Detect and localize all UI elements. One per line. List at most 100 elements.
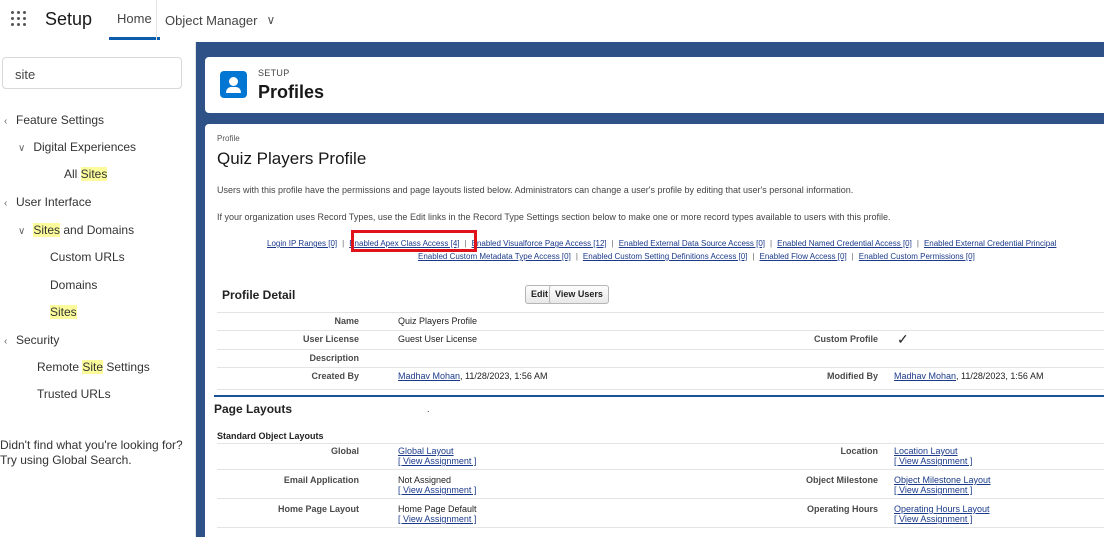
highlight-box <box>351 230 477 252</box>
tab-home-label: Home <box>117 11 152 26</box>
sidebar-item-domains[interactable]: Domains <box>50 275 97 295</box>
quick-find-input[interactable] <box>13 66 177 83</box>
page-layouts-dot: . <box>427 404 430 414</box>
global-layout-link[interactable]: Global Layout <box>398 446 454 456</box>
global-value: Global Layout[ View Assignment ] <box>398 446 476 466</box>
row-divider <box>217 498 1104 499</box>
page-header: SETUP Profiles <box>205 57 1104 113</box>
location-layout-link[interactable]: Location Layout <box>894 446 958 456</box>
link-visualforce-page-access[interactable]: Enabled Visualforce Page Access [12] <box>472 239 607 248</box>
tab-home[interactable]: Home <box>109 0 160 40</box>
view-assignment-link[interactable]: [ View Assignment ] <box>894 456 972 466</box>
created-by-user-link[interactable]: Madhav Mohan <box>398 371 460 381</box>
tab-object-manager[interactable]: Object Manager ∨ <box>156 0 283 40</box>
checkmark-icon: ✓ <box>897 331 909 347</box>
home-page-layout-value: Home Page Default[ View Assignment ] <box>398 504 477 524</box>
user-license-label: User License <box>302 334 359 344</box>
tab-object-manager-label: Object Manager <box>165 12 258 28</box>
view-assignment-link[interactable]: [ View Assignment ] <box>398 485 476 495</box>
profile-name-heading: Quiz Players Profile <box>217 149 367 168</box>
standard-object-layouts-title: Standard Object Layouts <box>217 431 324 441</box>
chevron-right-icon[interactable]: ‹ <box>4 112 16 132</box>
profile-type-label: Profile <box>217 134 240 143</box>
page-layouts-title: Page Layouts <box>214 402 293 416</box>
section-divider <box>217 312 1104 313</box>
description-label: Description <box>309 353 359 363</box>
main-content: SETUP Profiles Profile Quiz Players Prof… <box>196 42 1104 537</box>
location-value: Location Layout[ View Assignment ] <box>894 446 972 466</box>
sidebar-help-text: Didn't find what you're looking for? Try… <box>0 438 190 468</box>
sidebar-item-trusted-urls[interactable]: Trusted URLs <box>37 384 111 404</box>
sidebar-item-security[interactable]: ‹ Security <box>4 330 59 350</box>
link-custom-permissions[interactable]: Enabled Custom Permissions [0] <box>859 252 975 261</box>
operating-hours-value: Operating Hours Layout[ View Assignment … <box>894 504 990 524</box>
created-by-value: Madhav Mohan, 11/28/2023, 1:56 AM <box>398 371 547 381</box>
modified-by-user-link[interactable]: Madhav Mohan <box>894 371 956 381</box>
sidebar-item-custom-urls[interactable]: Custom URLs <box>50 247 125 267</box>
quick-find-box[interactable] <box>2 57 182 89</box>
sidebar-help-line2: Try using Global Search. <box>0 453 132 467</box>
user-profile-icon <box>220 71 247 98</box>
link-flow-access[interactable]: Enabled Flow Access [0] <box>760 252 847 261</box>
link-named-credential-access[interactable]: Enabled Named Credential Access [0] <box>777 239 912 248</box>
profile-content: Profile Quiz Players Profile Users with … <box>205 124 1104 537</box>
sidebar-item-digital-experiences[interactable]: ∨ Digital Experiences <box>18 137 136 157</box>
row-divider <box>217 330 1104 331</box>
created-by-label: Created By <box>311 371 359 381</box>
view-assignment-link[interactable]: [ View Assignment ] <box>398 514 476 524</box>
name-label: Name <box>334 316 359 326</box>
page-title: Profiles <box>258 82 325 102</box>
row-divider <box>217 469 1104 470</box>
modified-by-label: Modified By <box>827 371 878 381</box>
row-divider <box>217 527 1104 528</box>
name-value: Quiz Players Profile <box>398 316 478 326</box>
object-milestone-layout-link[interactable]: Object Milestone Layout <box>894 475 991 485</box>
view-assignment-link[interactable]: [ View Assignment ] <box>398 456 476 466</box>
profile-info-text: Users with this profile have the permiss… <box>217 185 854 195</box>
email-application-value: Not Assigned[ View Assignment ] <box>398 475 477 495</box>
chevron-down-icon[interactable]: ∨ <box>18 222 30 242</box>
link-custom-metadata-type-access[interactable]: Enabled Custom Metadata Type Access [0] <box>418 252 571 261</box>
row-divider <box>217 389 1104 390</box>
link-custom-setting-definitions-access[interactable]: Enabled Custom Setting Definitions Acces… <box>583 252 748 261</box>
location-label: Location <box>840 446 879 456</box>
object-milestone-label: Object Milestone <box>805 475 878 485</box>
breadcrumb: SETUP <box>258 68 290 78</box>
modified-by-value: Madhav Mohan, 11/28/2023, 1:56 AM <box>894 371 1043 381</box>
email-application-label: Email Application <box>283 475 359 485</box>
user-license-value: Guest User License <box>398 334 478 344</box>
section-rule <box>214 395 1104 397</box>
operating-hours-label: Operating Hours <box>806 504 878 514</box>
global-header: Setup Home Object Manager ∨ <box>0 0 1104 43</box>
sidebar-item-sites-and-domains[interactable]: ∨ Sites and Domains <box>18 220 134 240</box>
link-external-credential-principal[interactable]: Enabled External Credential Principal <box>924 239 1057 248</box>
link-login-ip-ranges[interactable]: Login IP Ranges [0] <box>267 239 337 248</box>
sidebar-item-sites[interactable]: Sites <box>50 302 77 322</box>
sidebar-item-feature-settings[interactable]: ‹ Feature Settings <box>4 110 104 130</box>
row-divider <box>217 367 1104 368</box>
chevron-down-icon[interactable]: ∨ <box>267 13 276 27</box>
sidebar-item-user-interface[interactable]: ‹ User Interface <box>4 192 91 212</box>
operating-hours-layout-link[interactable]: Operating Hours Layout <box>894 504 990 514</box>
sidebar-item-remote-site-settings[interactable]: Remote Site Settings <box>37 357 150 377</box>
app-name: Setup <box>45 9 93 29</box>
link-external-data-source-access[interactable]: Enabled External Data Source Access [0] <box>619 239 765 248</box>
home-page-layout-label: Home Page Layout <box>277 504 359 514</box>
chevron-down-icon[interactable]: ∨ <box>18 139 30 159</box>
app-launcher-icon[interactable] <box>11 11 27 27</box>
row-divider <box>217 443 1104 444</box>
sidebar-item-all-sites[interactable]: All Sites <box>64 164 108 184</box>
view-assignment-link[interactable]: [ View Assignment ] <box>894 514 972 524</box>
object-milestone-value: Object Milestone Layout[ View Assignment… <box>894 475 991 495</box>
row-divider <box>217 349 1104 350</box>
view-assignment-link[interactable]: [ View Assignment ] <box>894 485 972 495</box>
profile-detail-title: Profile Detail <box>222 288 296 302</box>
sidebar-help-line1: Didn't find what you're looking for? <box>0 438 183 452</box>
chevron-right-icon[interactable]: ‹ <box>4 332 16 352</box>
view-users-button[interactable]: View Users <box>549 285 609 304</box>
record-types-info-text: If your organization uses Record Types, … <box>217 212 891 222</box>
custom-profile-label: Custom Profile <box>813 334 878 344</box>
global-label: Global <box>330 446 359 456</box>
chevron-right-icon[interactable]: ‹ <box>4 194 16 214</box>
modified-by-date: , 11/28/2023, 1:56 AM <box>956 371 1044 381</box>
